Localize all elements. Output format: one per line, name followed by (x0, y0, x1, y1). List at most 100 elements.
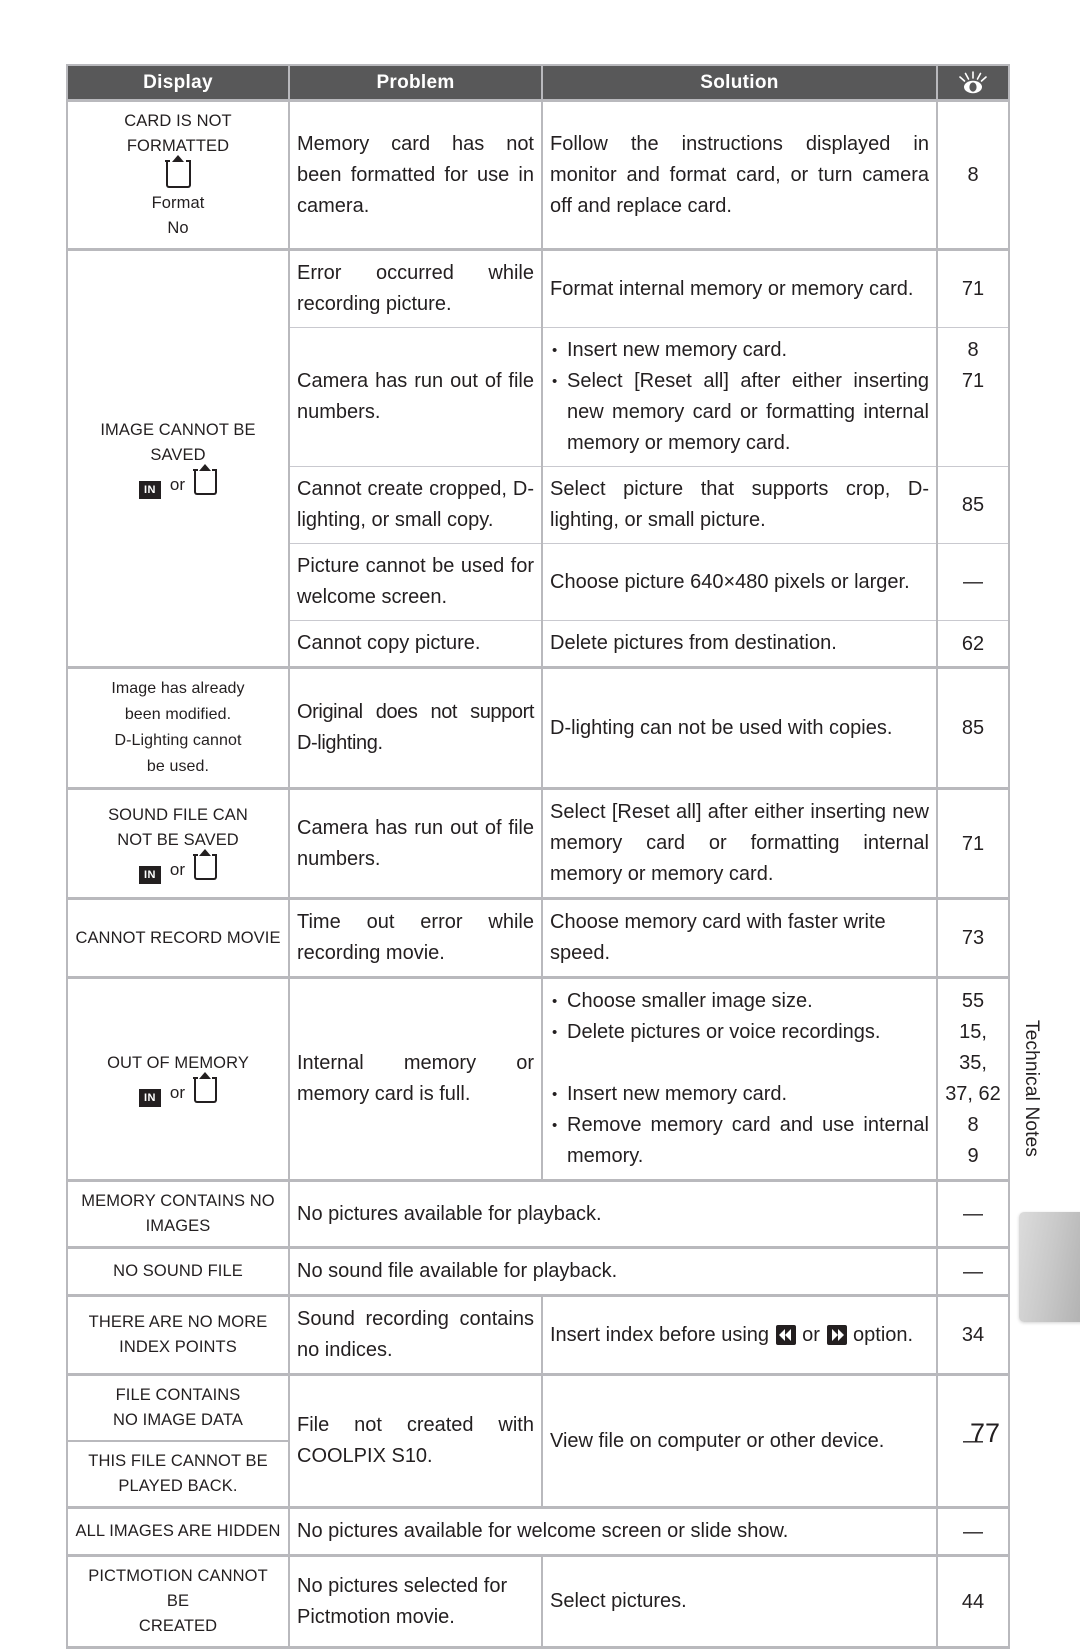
cell-problem: Cannot create cropped, D-lighting, or sm… (288, 466, 543, 544)
table-row: OUT OF MEMORY IN or Internal memory or m… (66, 976, 1010, 1182)
column-header-problem: Problem (288, 64, 543, 102)
column-header-solution: Solution (541, 64, 938, 102)
cell-page-reference: 71 (936, 248, 1010, 328)
cell-display: NO SOUND FILE (66, 1246, 290, 1297)
cell-page-reference: 62 (936, 620, 1010, 669)
cell-solution: Delete pictures from destination. (541, 620, 938, 669)
display-line: NOT BE SAVED (117, 831, 239, 849)
cell-display: MEMORY CONTAINS NO IMAGES (66, 1179, 290, 1249)
page-ref: 8 (967, 339, 979, 361)
cell-page-reference: 85 (936, 466, 1010, 544)
cell-solution: Select pictures. (541, 1554, 938, 1649)
cell-page-reference: 85 (936, 666, 1010, 790)
cell-problem: Error occurred while recording picture. (288, 248, 543, 328)
display-line: been modified. (124, 706, 232, 723)
table-row: CANNOT RECORD MOVIE Time out error while… (66, 897, 1010, 979)
cell-page-reference: — (936, 543, 1010, 621)
cell-solution: Choose memory card with faster write spe… (541, 897, 938, 979)
display-line: MEMORY CONTAINS NO (81, 1192, 275, 1210)
cell-solution: Choose picture 640×480 pixels or larger. (541, 543, 938, 621)
cell-problem: Time out error while recording movie. (288, 897, 543, 979)
cell-solution: Select picture that supports crop, D-lig… (541, 466, 938, 544)
cell-problem: No sound file available for playback. (288, 1246, 938, 1297)
cell-display: OUT OF MEMORY IN or (66, 976, 290, 1182)
memory-card-icon (193, 849, 218, 880)
cell-problem: Cannot copy picture. (288, 620, 543, 669)
cell-display: CANNOT RECORD MOVIE (66, 897, 290, 979)
cell-problem: Camera has run out of file numbers. (288, 787, 543, 900)
cell-problem: Camera has run out of file numbers. (288, 327, 543, 467)
solution-text-post: option. (847, 1323, 914, 1346)
list-item: Select [Reset all] after either insertin… (550, 366, 929, 459)
table-row: Image has already been modified. D-Light… (66, 666, 1010, 790)
internal-memory-icon: IN (139, 866, 161, 884)
display-line: PICTMOTION CANNOT BE (88, 1567, 268, 1610)
cell-solution: Insert new memory card. Select [Reset al… (541, 327, 938, 467)
display-icons (75, 155, 281, 191)
table-row: CARD IS NOT FORMATTED Format No Memory c… (66, 99, 1010, 251)
page-ref: 71 (961, 370, 985, 392)
cell-page-reference: 73 (936, 897, 1010, 979)
display-line: IMAGES (145, 1217, 211, 1235)
memory-card-icon (165, 155, 191, 188)
internal-memory-icon: IN (139, 1089, 161, 1107)
cell-display: THIS FILE CANNOT BE PLAYED BACK. (66, 1441, 290, 1509)
cell-problem: Internal memory or memory card is full. (288, 976, 543, 1182)
table-row: THERE ARE NO MORE INDEX POINTS Sound rec… (66, 1294, 1010, 1376)
page-number: 77 (969, 1418, 1000, 1448)
table-row: PICTMOTION CANNOT BE CREATED No pictures… (66, 1554, 1010, 1649)
cell-display: SOUND FILE CAN NOT BE SAVED IN or (66, 787, 290, 900)
cell-page-reference: — (936, 1179, 1010, 1249)
or-label: or (169, 1083, 186, 1102)
table-header: Display Problem Solution (66, 64, 1010, 102)
display-line: IMAGE CANNOT BE SAVED (100, 421, 256, 464)
list-item: Insert new memory card. (550, 1079, 929, 1110)
display-line: SOUND FILE CAN (108, 806, 248, 824)
cell-problem: Sound recording contains no indices. (288, 1294, 543, 1376)
display-line: Format (151, 194, 205, 212)
cell-display: Image has already been modified. D-Light… (66, 666, 290, 790)
cell-page-reference: 8 (936, 99, 1010, 251)
cell-problem: No pictures selected for Pictmotion movi… (288, 1554, 543, 1649)
internal-memory-icon: IN (139, 481, 161, 499)
cell-display: CARD IS NOT FORMATTED Format No (66, 99, 290, 251)
cell-problem: No pictures available for welcome screen… (288, 1506, 938, 1557)
display-icons: IN or (75, 849, 281, 884)
cell-display: IMAGE CANNOT BE SAVED IN or (66, 248, 290, 668)
page-ref: 9 (967, 1145, 979, 1167)
cell-page-reference: 71 (936, 787, 1010, 900)
display-line: THIS FILE CANNOT BE (88, 1452, 268, 1470)
table-row: NO SOUND FILE No sound file available fo… (66, 1246, 1010, 1297)
list-item: Remove memory card and use internal memo… (550, 1110, 929, 1172)
cell-page-reference: 44 (936, 1554, 1010, 1649)
cell-page-reference: — (936, 1246, 1010, 1297)
error-messages-table: Display Problem Solution CARD IS NOT FOR… (66, 64, 1010, 1649)
cell-solution: Insert index before using or option. (541, 1294, 938, 1376)
table-row: ALL IMAGES ARE HIDDEN No pictures availa… (66, 1506, 1010, 1557)
page-ref: 8 (967, 1114, 979, 1136)
cell-problem: Original does not support D-lighting. (288, 666, 543, 790)
display-line: OUT OF MEMORY (107, 1054, 249, 1072)
display-line: THERE ARE NO MORE (88, 1313, 268, 1331)
or-label: or (169, 860, 186, 879)
memory-card-icon (193, 1072, 218, 1103)
display-line: CARD IS NOT (124, 112, 232, 130)
manual-page: Technical Notes Display Problem Solution (0, 0, 1080, 1649)
section-tab-block (1019, 1212, 1080, 1322)
cell-solution: D-lighting can not be used with copies. (541, 666, 938, 790)
memory-card-icon (193, 464, 218, 495)
cell-problem: Picture cannot be used for welcome scree… (288, 543, 543, 621)
display-line: CREATED (138, 1617, 218, 1635)
cell-solution: Follow the instructions displayed in mon… (541, 99, 938, 251)
table-row: MEMORY CONTAINS NO IMAGES No pictures av… (66, 1179, 1010, 1249)
cell-display: PICTMOTION CANNOT BE CREATED (66, 1554, 290, 1649)
cell-solution: Choose smaller image size. Delete pictur… (541, 976, 938, 1182)
display-line: FILE CONTAINS (115, 1386, 241, 1404)
table-row: SOUND FILE CAN NOT BE SAVED IN or Camera… (66, 787, 1010, 900)
skip-back-icon (775, 1324, 796, 1345)
display-line: Image has already (111, 680, 245, 697)
display-line: be used. (146, 758, 210, 775)
page-ref-list: 8 71 (945, 335, 1001, 397)
solution-or: or (796, 1323, 826, 1346)
page-ref: 55 (961, 990, 985, 1012)
